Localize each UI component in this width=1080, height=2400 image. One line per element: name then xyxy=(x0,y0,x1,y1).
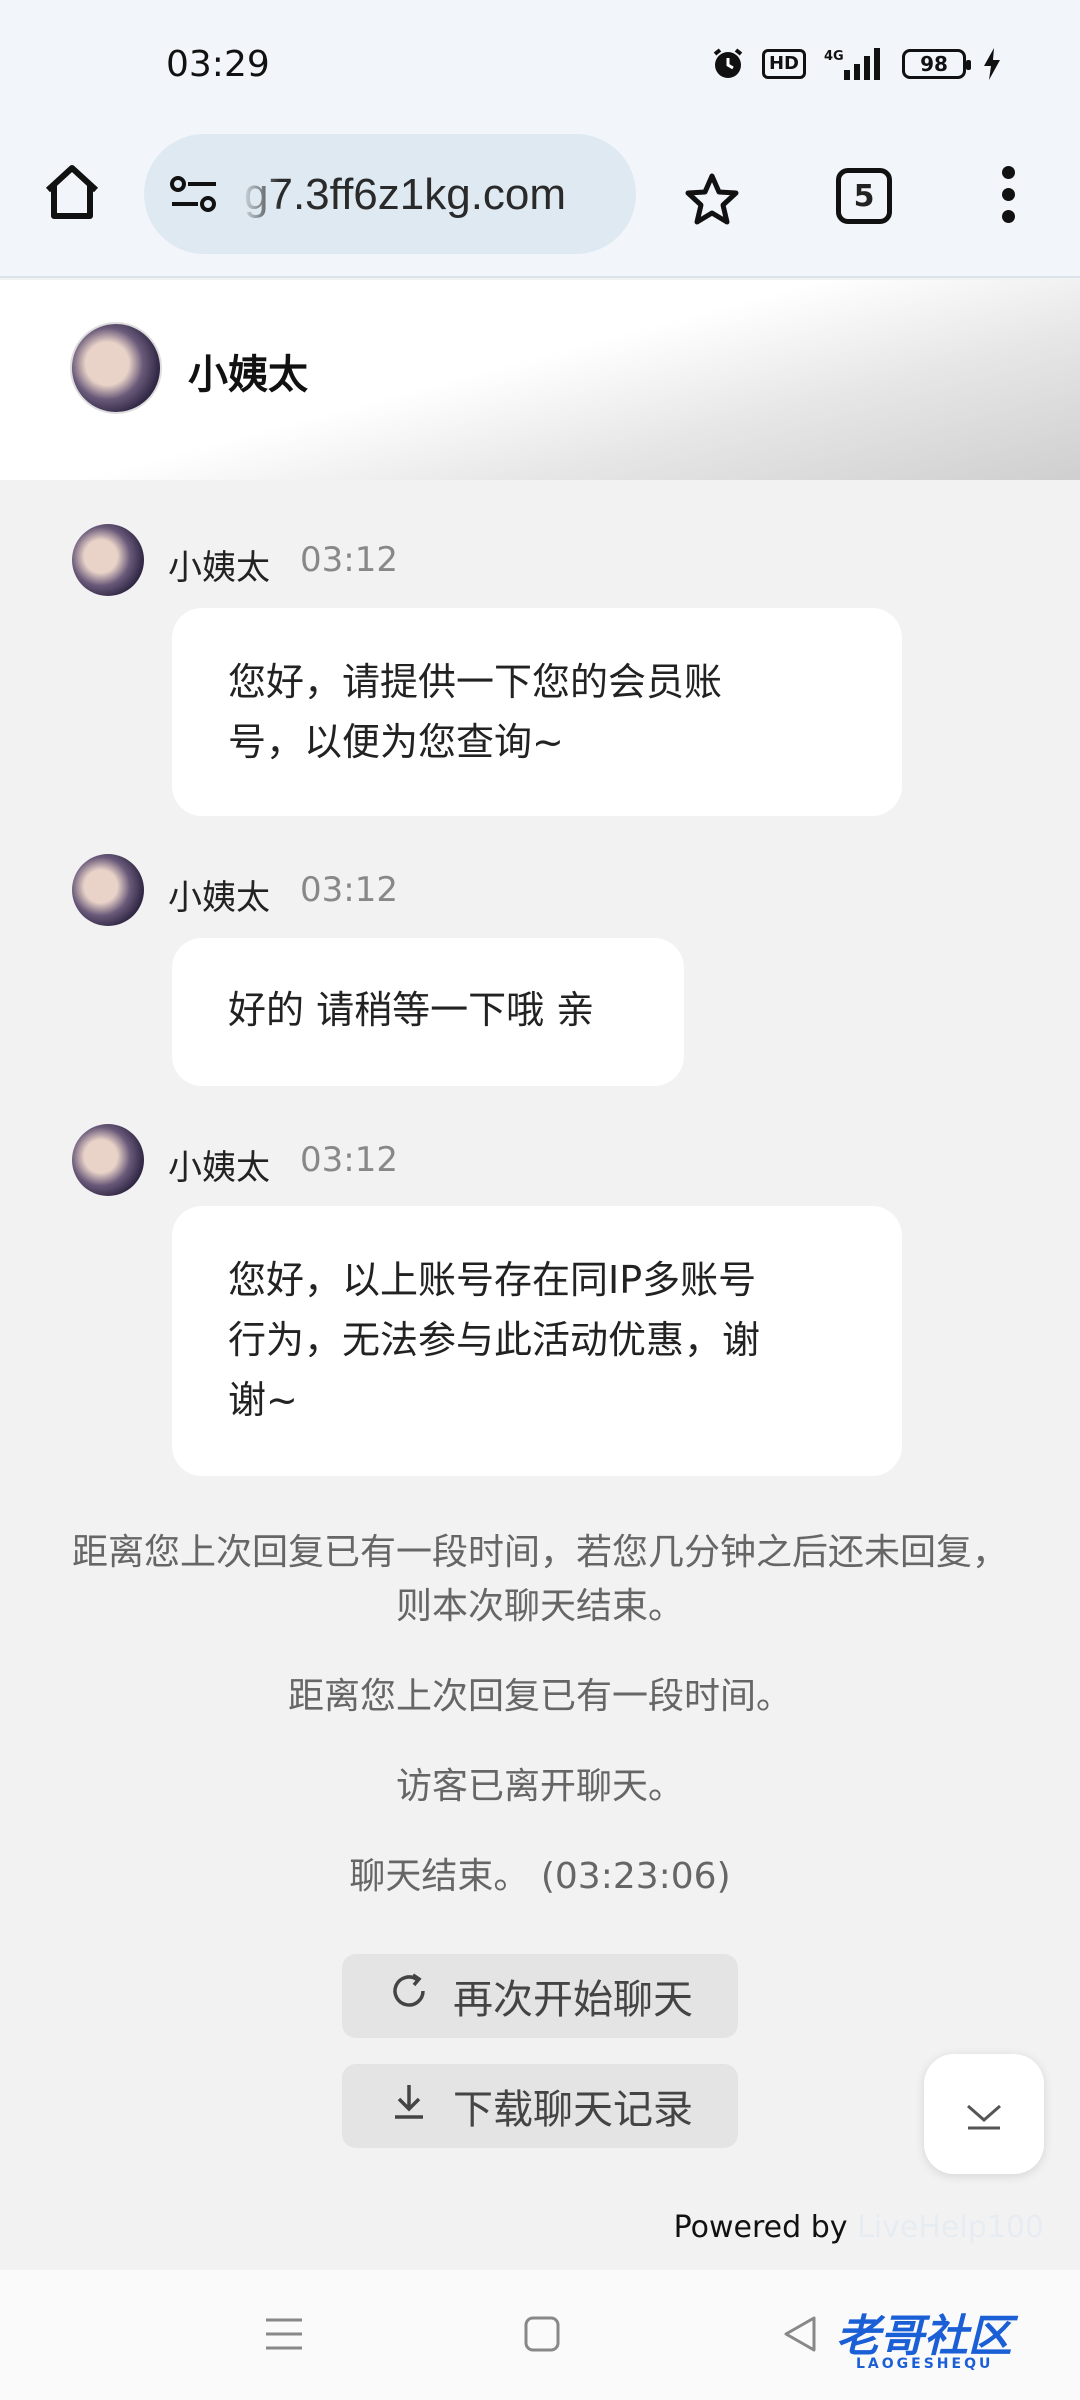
watermark-main: 老哥社区 xyxy=(836,2311,1012,2362)
scroll-to-bottom-button[interactable] xyxy=(924,2054,1044,2174)
home-icon[interactable] xyxy=(40,160,104,224)
message-line: 您好，以上账号存在同IP多账号 xyxy=(228,1258,757,1302)
refresh-icon xyxy=(387,1969,431,2023)
back-icon[interactable] xyxy=(780,2314,820,2358)
avatar xyxy=(72,1124,144,1196)
system-message: 距离您上次回复已有一段时间。 xyxy=(287,1676,792,1717)
site-settings-icon[interactable] xyxy=(168,172,220,216)
powered-by: Powered by LiveHelp100 xyxy=(674,2210,1044,2245)
url-text: g7.3ff6z1kg.com xyxy=(244,170,567,219)
avatar xyxy=(72,854,144,926)
message-line: 谢~ xyxy=(228,1378,298,1422)
browser-toolbar: g7.3ff6z1kg.com 5 xyxy=(0,130,1080,278)
chevron-down-icon xyxy=(962,2090,1006,2138)
recents-icon[interactable] xyxy=(264,2314,304,2358)
system-message: 访客已离开聊天。 xyxy=(395,1766,684,1807)
address-bar[interactable]: g7.3ff6z1kg.com xyxy=(144,134,636,254)
more-menu-icon[interactable] xyxy=(990,166,1026,230)
hd-icon: HD xyxy=(761,49,806,79)
chat-header: 小姨太 xyxy=(0,280,1080,480)
home-nav-icon[interactable] xyxy=(522,2314,562,2358)
download-transcript-button[interactable]: 下载聊天记录 xyxy=(342,2064,738,2148)
alarm-icon xyxy=(710,46,746,82)
message-line: 号，以便为您查询~ xyxy=(228,720,564,764)
system-message: 聊天结束。 (03:23:06) xyxy=(349,1856,731,1897)
charging-icon xyxy=(982,46,1002,82)
powered-by-brand[interactable]: LiveHelp100 xyxy=(857,2210,1044,2245)
watermark-sub: LAOGESHEQU xyxy=(856,2356,994,2372)
download-icon xyxy=(387,2079,431,2133)
download-transcript-label: 下载聊天记录 xyxy=(453,2087,693,2133)
star-icon[interactable] xyxy=(682,170,742,230)
restart-chat-button[interactable]: 再次开始聊天 xyxy=(342,1954,738,2038)
agent-avatar xyxy=(70,322,162,414)
message-bubble: 您好，请提供一下您的会员账 号，以便为您查询~ xyxy=(172,608,902,816)
url-fade xyxy=(240,154,280,234)
message-line: 行为，无法参与此活动优惠，谢 xyxy=(228,1318,761,1362)
message-sender: 小姨太 xyxy=(168,1148,270,1188)
message-line: 好的 请稍等一下哦 亲 xyxy=(228,988,595,1032)
message-bubble: 好的 请稍等一下哦 亲 xyxy=(172,938,684,1086)
avatar xyxy=(72,524,144,596)
message-line: 您好，请提供一下您的会员账 xyxy=(228,660,723,704)
message-sender: 小姨太 xyxy=(168,548,270,588)
message-time: 03:12 xyxy=(300,540,398,580)
system-message: 距离您上次回复已有一段时间，若您几分钟之后还未回复，则本次聊天结束。 xyxy=(71,1532,1008,1627)
message-sender: 小姨太 xyxy=(168,878,270,918)
watermark-logo: 老哥社区 LAOGESHEQU xyxy=(836,2300,1062,2380)
message-time: 03:12 xyxy=(300,870,398,910)
message-bubble: 您好，以上账号存在同IP多账号 行为，无法参与此活动优惠，谢 谢~ xyxy=(172,1206,902,1476)
agent-name: 小姨太 xyxy=(188,352,308,398)
status-icons: HD 4G 98 xyxy=(710,46,1002,82)
status-time: 03:29 xyxy=(166,44,270,85)
restart-chat-label: 再次开始聊天 xyxy=(453,1977,693,2023)
signal-icon: 4G xyxy=(822,46,886,82)
message-time: 03:12 xyxy=(300,1140,398,1180)
battery-icon: 98 xyxy=(902,49,971,79)
svg-text:4G: 4G xyxy=(824,49,844,64)
status-bar: 03:29 HD 4G 98 xyxy=(0,0,1080,130)
powered-by-prefix: Powered by xyxy=(673,2210,848,2245)
tab-switcher-button[interactable]: 5 xyxy=(836,168,892,224)
